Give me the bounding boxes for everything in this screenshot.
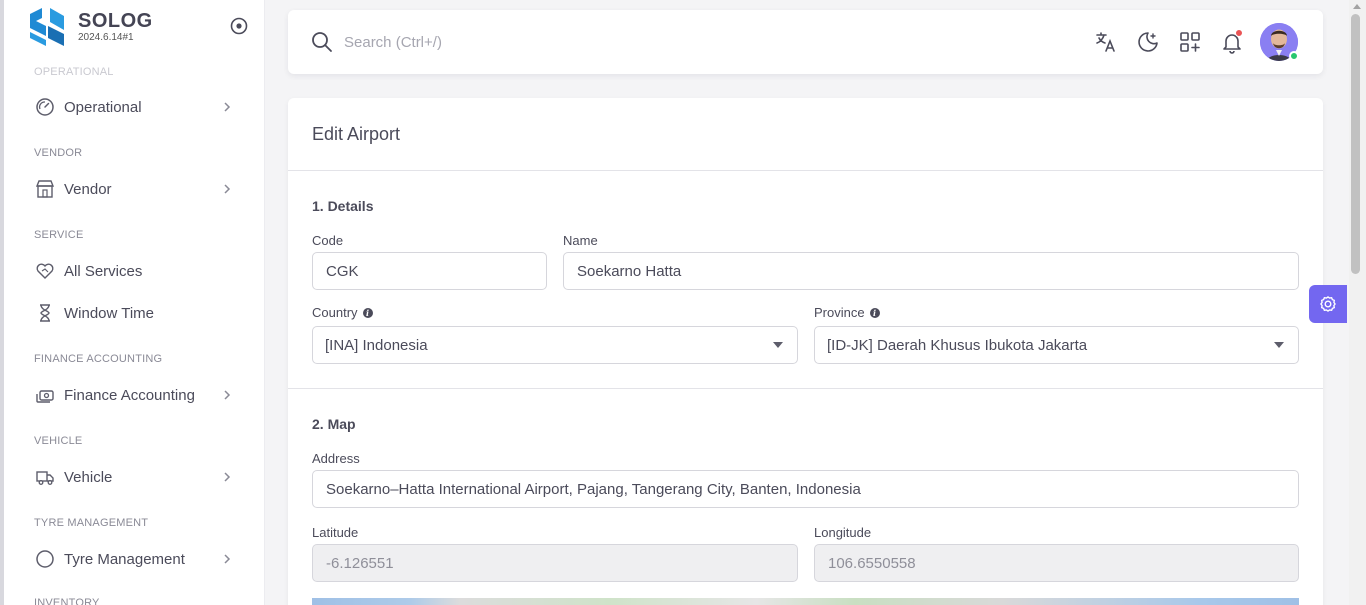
info-icon[interactable]: i xyxy=(869,307,880,318)
notifications-button[interactable] xyxy=(1218,28,1246,56)
sidebar-item-vendor[interactable]: Vendor xyxy=(30,172,240,206)
section-label-finance-accounting: FINANCE ACCOUNTING xyxy=(34,353,163,365)
shortcuts-button[interactable] xyxy=(1176,28,1204,56)
section-label-service: SERVICE xyxy=(34,229,84,241)
sidebar-item-label: All Services xyxy=(64,262,143,280)
chevron-right-icon xyxy=(224,390,231,400)
moon-stars-icon xyxy=(1138,32,1158,52)
scrollbar-thumb[interactable] xyxy=(1351,14,1360,274)
hourglass-icon xyxy=(34,302,56,324)
gear-icon xyxy=(1320,296,1336,312)
sidebar-item-label: Operational xyxy=(64,98,142,116)
search-icon[interactable] xyxy=(310,30,334,54)
theme-toggle-button[interactable] xyxy=(1134,28,1162,56)
section-label-operational: OPERATIONAL xyxy=(34,66,114,78)
country-value: [INA] Indonesia xyxy=(325,336,428,354)
caret-down-icon xyxy=(1274,342,1284,348)
sidebar-item-label: Vendor xyxy=(64,180,112,198)
truck-icon xyxy=(34,466,56,488)
address-field[interactable]: Soekarno–Hatta International Airport, Pa… xyxy=(312,470,1299,508)
sidebar-item-operational[interactable]: Operational xyxy=(30,90,240,124)
sidebar-item-all-services[interactable]: All Services xyxy=(30,254,240,288)
chevron-right-icon xyxy=(224,472,231,482)
section-label-vehicle: VEHICLE xyxy=(34,435,83,447)
edit-airport-card: Edit Airport 1. Details Code CGK Name So… xyxy=(288,98,1323,605)
language-button[interactable] xyxy=(1092,28,1120,56)
code-field[interactable]: CGK xyxy=(312,252,547,290)
gauge-icon xyxy=(34,96,56,118)
longitude-field: 106.6550558 xyxy=(814,544,1299,582)
cash-icon xyxy=(34,384,56,406)
chevron-right-icon xyxy=(224,184,231,194)
card-divider xyxy=(288,170,1323,171)
map-section-title: 2. Map xyxy=(312,416,356,432)
section-label-inventory: INVENTORY xyxy=(34,597,100,605)
brand-version: 2024.6.14#1 xyxy=(78,32,134,43)
info-icon[interactable]: i xyxy=(362,307,373,318)
online-status-indicator xyxy=(1289,51,1299,61)
section-label-vendor: VENDOR xyxy=(34,147,83,159)
province-value: [ID-JK] Daerah Khusus Ibukota Jakarta xyxy=(827,336,1088,354)
province-label-group: Province i xyxy=(814,305,880,320)
longitude-value: 106.6550558 xyxy=(828,554,916,572)
sidebar-item-label: Tyre Management xyxy=(64,550,185,568)
sidebar-item-finance-accounting[interactable]: Finance Accounting xyxy=(30,378,240,412)
notification-badge xyxy=(1235,29,1243,37)
sidebar-item-vehicle[interactable]: Vehicle xyxy=(30,460,240,494)
circle-icon xyxy=(34,548,56,570)
latitude-field: -6.126551 xyxy=(312,544,798,582)
details-section-title: 1. Details xyxy=(312,198,374,214)
section-label-tyre-management: TYRE MANAGEMENT xyxy=(34,517,149,529)
address-value: Soekarno–Hatta International Airport, Pa… xyxy=(326,480,861,498)
scroll-up-icon[interactable] xyxy=(1353,4,1361,9)
page-title: Edit Airport xyxy=(312,124,401,144)
country-select[interactable]: [INA] Indonesia xyxy=(312,326,798,364)
customizer-button[interactable] xyxy=(1309,285,1347,323)
sidebar-item-tyre-management[interactable]: Tyre Management xyxy=(30,542,240,576)
caret-down-icon xyxy=(773,342,783,348)
apps-add-icon xyxy=(1180,32,1200,52)
country-label: Country xyxy=(312,305,358,320)
province-label: Province xyxy=(814,305,865,320)
sidebar-item-label: Vehicle xyxy=(64,468,113,486)
country-label-group: Country i xyxy=(312,305,373,320)
sidebar-item-label: Window Time xyxy=(64,304,155,322)
sidebar-toggle-icon[interactable] xyxy=(230,17,248,35)
address-label: Address xyxy=(312,451,360,466)
topbar xyxy=(288,10,1323,74)
brand[interactable]: SOLOG 2024.6.14#1 xyxy=(26,6,153,48)
name-label: Name xyxy=(563,233,598,248)
search-input[interactable] xyxy=(344,28,844,56)
sidebar-item-window-time[interactable]: Window Time xyxy=(30,296,240,330)
latitude-value: -6.126551 xyxy=(326,554,394,572)
longitude-label: Longitude xyxy=(814,525,872,540)
solog-logo-icon xyxy=(30,8,64,46)
name-value: Soekarno Hatta xyxy=(577,262,682,280)
map-view[interactable] xyxy=(312,598,1299,605)
chevron-right-icon xyxy=(224,554,231,564)
sidebar-item-label: Finance Accounting xyxy=(64,386,195,404)
code-label: Code xyxy=(312,233,344,248)
store-icon xyxy=(34,178,56,200)
chevron-right-icon xyxy=(224,102,231,112)
code-value: CGK xyxy=(326,262,359,280)
province-select[interactable]: [ID-JK] Daerah Khusus Ibukota Jakarta xyxy=(814,326,1299,364)
section-divider xyxy=(288,388,1323,389)
sidebar: SOLOG 2024.6.14#1 OPERATIONAL Operationa… xyxy=(0,0,264,605)
latitude-label: Latitude xyxy=(312,525,359,540)
translate-icon xyxy=(1096,32,1115,52)
heart-handshake-icon xyxy=(34,260,56,282)
sidebar-edge xyxy=(0,0,4,605)
brand-name: SOLOG xyxy=(78,10,153,32)
name-field[interactable]: Soekarno Hatta xyxy=(563,252,1299,290)
